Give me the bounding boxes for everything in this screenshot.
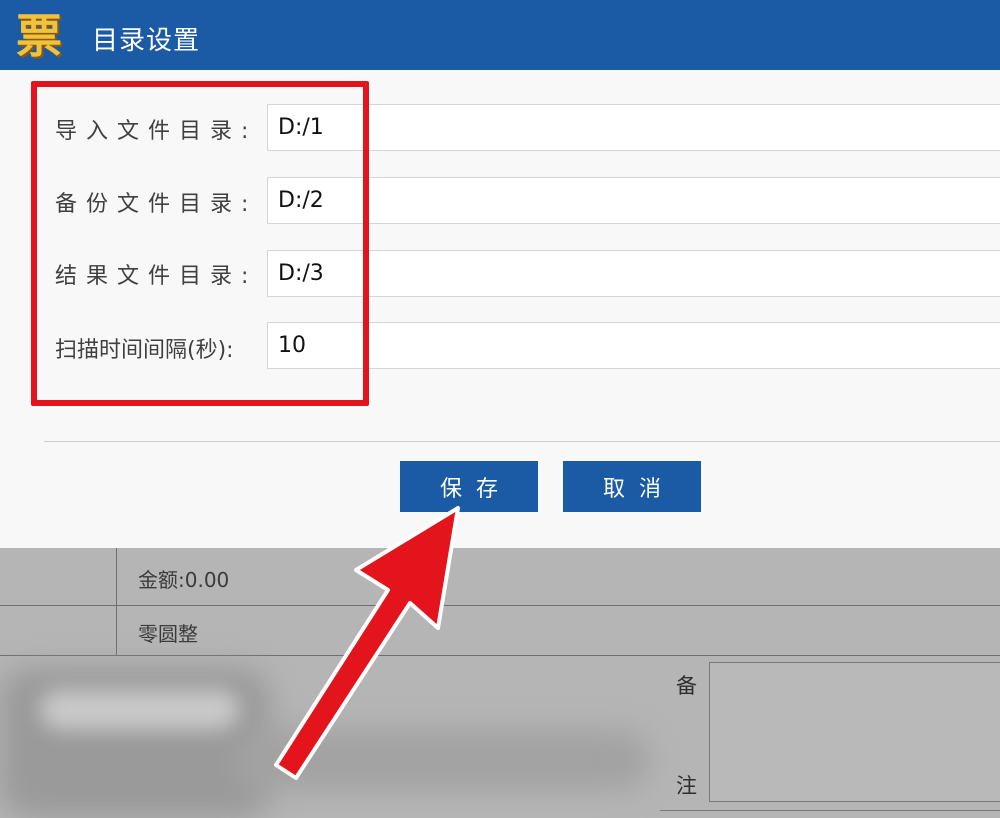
remark-box bbox=[709, 662, 1000, 802]
app-logo: 票 bbox=[16, 9, 62, 63]
scan-interval-input[interactable]: 10 bbox=[267, 322, 1000, 369]
dialog-title: 目录设置 bbox=[92, 26, 201, 56]
blurred-region bbox=[40, 690, 240, 730]
amount-text: 金额:0.00 bbox=[138, 568, 230, 592]
dialog-divider bbox=[44, 441, 1000, 442]
dialog-titlebar: 票 目录设置 bbox=[0, 0, 1000, 70]
remark-label-char: 备 bbox=[676, 674, 697, 698]
highlight-box bbox=[31, 81, 369, 406]
table-divider bbox=[660, 810, 1000, 811]
table-divider bbox=[116, 548, 117, 656]
import-dir-input[interactable]: D:/1 bbox=[267, 104, 1000, 151]
cancel-button[interactable]: 取消 bbox=[563, 461, 701, 512]
result-dir-input[interactable]: D:/3 bbox=[267, 250, 1000, 297]
remark-label-char: 注 bbox=[676, 774, 697, 798]
amount-words-text: 零圆整 bbox=[138, 622, 198, 646]
pointer-arrow-icon bbox=[274, 506, 460, 780]
backup-dir-input[interactable]: D:/2 bbox=[267, 177, 1000, 224]
